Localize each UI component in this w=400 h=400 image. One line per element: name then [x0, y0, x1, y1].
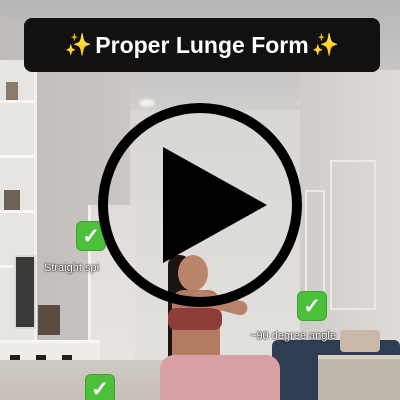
play-icon[interactable]	[163, 147, 267, 263]
video-player[interactable]: ✨ Proper Lunge Form ✨ ✓ Straight spi ✓ ~…	[0, 0, 400, 400]
play-button[interactable]	[0, 0, 400, 400]
